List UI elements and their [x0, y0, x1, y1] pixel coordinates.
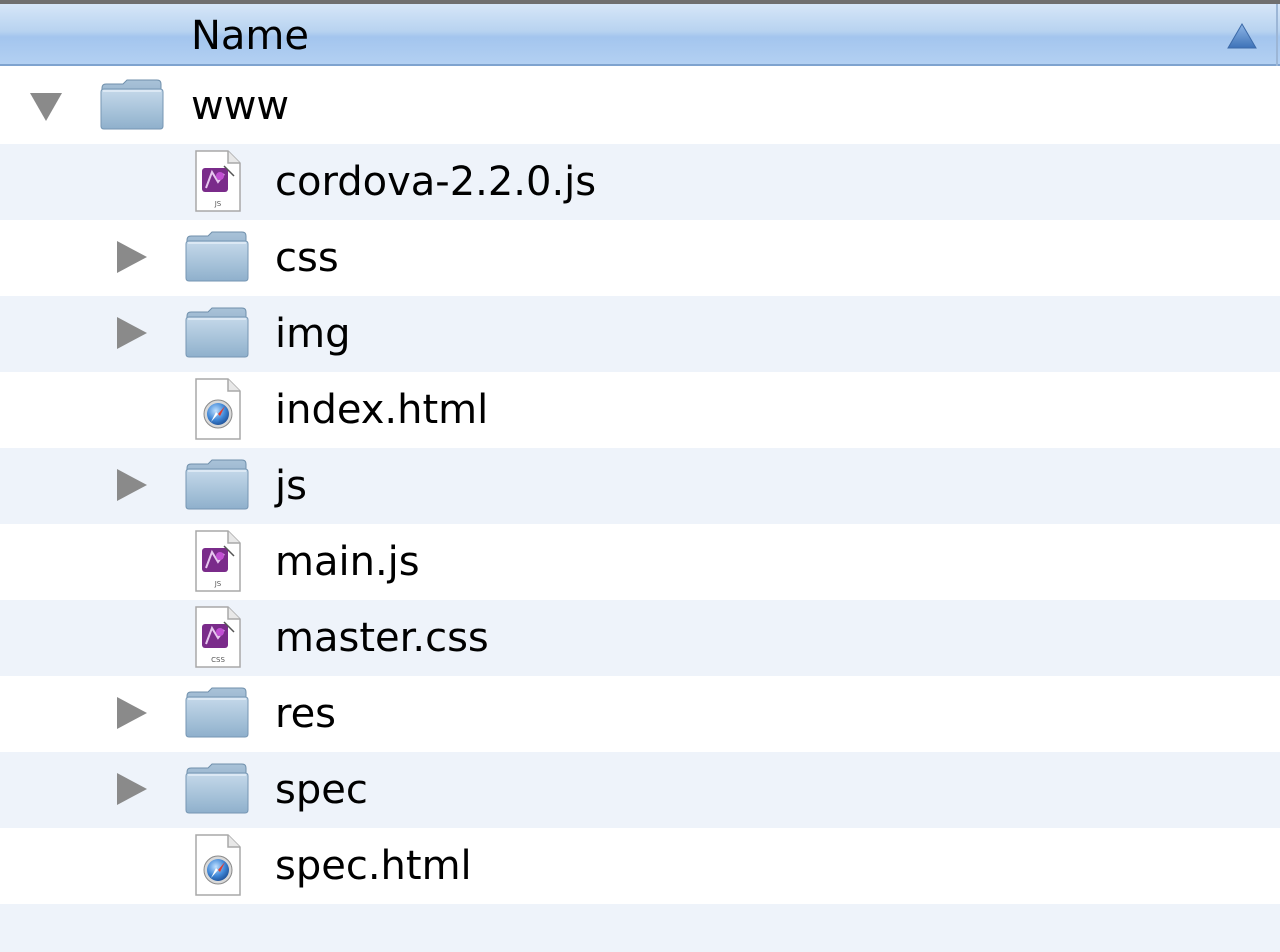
- list-item[interactable]: css: [0, 220, 1280, 296]
- list-item[interactable]: img: [0, 296, 1280, 372]
- file-tree: www cordova-2.2.0.js css img index.html: [0, 68, 1280, 952]
- disclosure-collapsed-icon[interactable]: [115, 316, 149, 350]
- html-file-icon: [184, 376, 250, 442]
- folder-icon: [184, 452, 250, 518]
- item-label: www: [191, 83, 290, 129]
- finder-list-view: Name www cordova-2.2.0.js css img index.…: [0, 0, 1280, 952]
- list-item[interactable]: spec: [0, 752, 1280, 828]
- column-header-label: Name: [191, 13, 310, 59]
- item-label: main.js: [275, 539, 420, 585]
- item-label: js: [275, 463, 307, 509]
- empty-row: [0, 904, 1280, 952]
- header-right-divider: [1276, 4, 1278, 66]
- item-label: css: [275, 235, 339, 281]
- html-file-icon: [184, 832, 250, 898]
- item-label: master.css: [275, 615, 489, 661]
- disclosure-expanded-icon[interactable]: [29, 89, 63, 123]
- js-file-icon: [184, 528, 250, 594]
- item-label: res: [275, 691, 337, 737]
- item-label: spec.html: [275, 843, 472, 889]
- list-item[interactable]: spec.html: [0, 828, 1280, 904]
- item-label: img: [275, 311, 351, 357]
- list-item[interactable]: index.html: [0, 372, 1280, 448]
- css-file-icon: [184, 604, 250, 670]
- list-item[interactable]: js: [0, 448, 1280, 524]
- folder-icon: [184, 756, 250, 822]
- folder-icon: [184, 300, 250, 366]
- list-item-root[interactable]: www: [0, 68, 1280, 144]
- js-file-icon: [184, 148, 250, 214]
- disclosure-collapsed-icon[interactable]: [115, 468, 149, 502]
- item-label: cordova-2.2.0.js: [275, 159, 597, 205]
- folder-icon: [184, 680, 250, 746]
- list-item[interactable]: master.css: [0, 600, 1280, 676]
- list-item[interactable]: cordova-2.2.0.js: [0, 144, 1280, 220]
- sort-ascending-icon[interactable]: [1227, 23, 1257, 49]
- disclosure-collapsed-icon[interactable]: [115, 240, 149, 274]
- folder-icon: [99, 72, 165, 138]
- item-label: spec: [275, 767, 368, 813]
- list-item[interactable]: res: [0, 676, 1280, 752]
- disclosure-collapsed-icon[interactable]: [115, 696, 149, 730]
- list-item[interactable]: main.js: [0, 524, 1280, 600]
- disclosure-collapsed-icon[interactable]: [115, 772, 149, 806]
- item-label: index.html: [275, 387, 489, 433]
- column-header-name[interactable]: Name: [0, 4, 1280, 66]
- folder-icon: [184, 224, 250, 290]
